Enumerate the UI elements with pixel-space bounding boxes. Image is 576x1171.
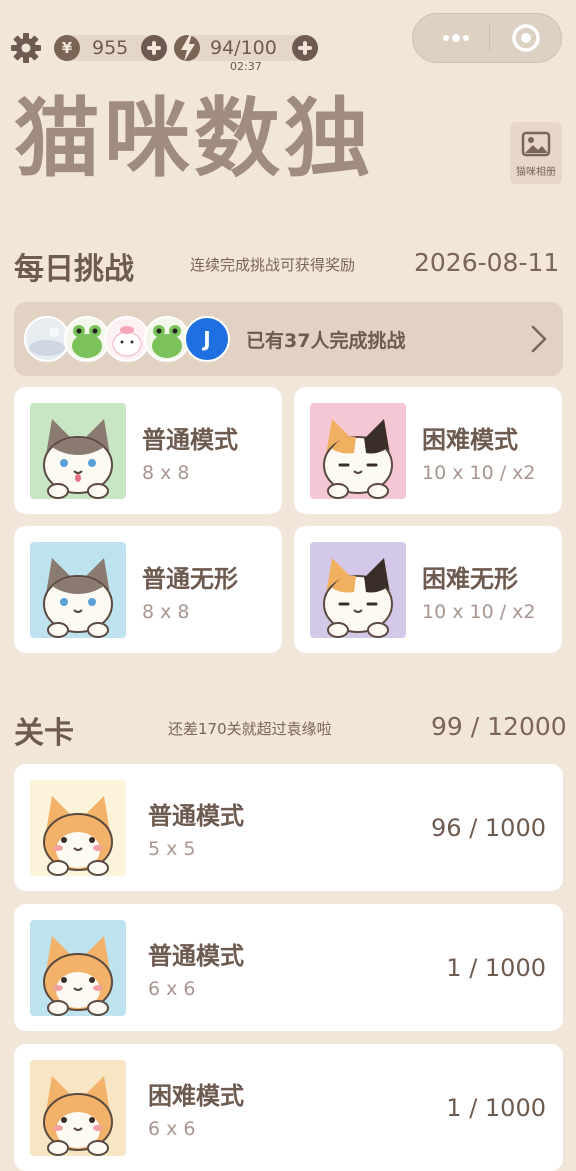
more-icon[interactable] <box>436 26 476 50</box>
mode-title: 普通无形 <box>142 565 238 593</box>
mode-title: 困难无形 <box>422 565 518 593</box>
cat-image <box>30 780 126 876</box>
mode-size: 8 x 8 <box>142 462 190 484</box>
level-size: 6 x 6 <box>148 978 196 1000</box>
mode-size: 10 x 10 / x2 <box>422 601 536 623</box>
level-count: 1 / 1000 <box>446 954 546 982</box>
close-miniprogram-icon[interactable] <box>510 22 542 54</box>
coin-amount: 955 <box>92 37 129 59</box>
level-count: 96 / 1000 <box>431 814 546 842</box>
level-count: 1 / 1000 <box>446 1094 546 1122</box>
level-size: 5 x 5 <box>148 838 196 860</box>
game-title: 猫咪数独 <box>14 89 374 189</box>
daily-challenge-hint: 连续完成挑战可获得奖励 <box>190 256 356 274</box>
cat-image <box>310 542 406 638</box>
cat-image <box>30 542 126 638</box>
levels-progress: 99 / 12000 <box>431 712 567 741</box>
level-title: 困难模式 <box>148 1082 244 1110</box>
mode-title: 困难模式 <box>422 426 518 454</box>
add-coins-button[interactable] <box>141 35 167 61</box>
coin-icon: ¥ <box>54 35 80 61</box>
picture-icon <box>521 131 551 157</box>
cat-album-label: 猫咪相册 <box>516 167 556 178</box>
levels-hint: 还差170关就超过袁缘啦 <box>168 720 332 738</box>
level-size: 6 x 6 <box>148 1118 196 1140</box>
daily-challenge-title: 每日挑战 <box>14 252 134 287</box>
cat-image <box>30 1060 126 1156</box>
cat-image <box>310 403 406 499</box>
avatar: J <box>184 316 230 362</box>
levels-title: 关卡 <box>14 716 74 751</box>
add-energy-button[interactable] <box>292 35 318 61</box>
lightning-icon <box>174 34 200 62</box>
cat-image <box>30 920 126 1016</box>
cat-image <box>30 403 126 499</box>
level-title: 普通模式 <box>148 802 244 830</box>
level-title: 普通模式 <box>148 942 244 970</box>
mode-title: 普通模式 <box>142 426 238 454</box>
settings-gear-icon[interactable] <box>10 32 42 64</box>
energy-amount: 94/100 <box>210 37 277 59</box>
challenge-completion-text: 已有37人完成挑战 <box>246 330 406 352</box>
mode-size: 10 x 10 / x2 <box>422 462 536 484</box>
capsule-divider <box>489 25 490 51</box>
daily-challenge-date: 2026-08-11 <box>414 248 560 277</box>
chevron-right-icon <box>531 325 547 353</box>
mode-size: 8 x 8 <box>142 601 190 623</box>
energy-timer: 02:37 <box>230 60 262 73</box>
